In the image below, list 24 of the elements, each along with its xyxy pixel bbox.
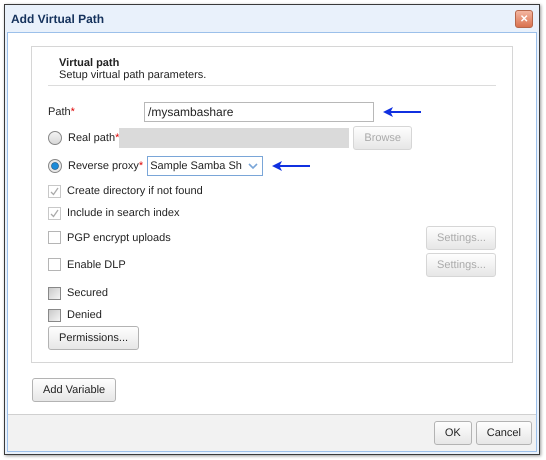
- option-label: Include in search index: [67, 207, 180, 219]
- chevron-icon: [248, 163, 258, 169]
- checkbox[interactable]: [48, 231, 61, 244]
- proxy-select[interactable]: Sample Samba Sh: [147, 156, 263, 176]
- checkbox[interactable]: [48, 286, 61, 300]
- option-label: Secured: [67, 287, 108, 299]
- option-label: Denied: [67, 309, 102, 321]
- option-label: Enable DLP: [67, 258, 126, 270]
- window-title: Add Virtual Path: [11, 12, 104, 26]
- checkbox[interactable]: [48, 258, 61, 271]
- section-title: Virtual path: [59, 57, 120, 69]
- cancel-button[interactable]: Cancel: [476, 421, 532, 445]
- source-label: Reverse proxy*: [68, 160, 144, 172]
- option-label: PGP encrypt uploads: [67, 232, 171, 244]
- ok-button[interactable]: OK: [434, 421, 472, 445]
- path-label: Path*: [48, 106, 76, 118]
- permissions-button[interactable]: Permissions...: [48, 326, 140, 350]
- option-label: Create directory if not found: [67, 185, 203, 197]
- checkbox[interactable]: [48, 308, 61, 322]
- radio-button[interactable]: [48, 159, 62, 173]
- add-variable-button[interactable]: Add Variable: [32, 378, 116, 402]
- path-field[interactable]: /mysambashare: [144, 102, 374, 122]
- section-subtitle: Setup virtual path parameters.: [59, 69, 208, 81]
- source-label: Real path*: [68, 132, 120, 144]
